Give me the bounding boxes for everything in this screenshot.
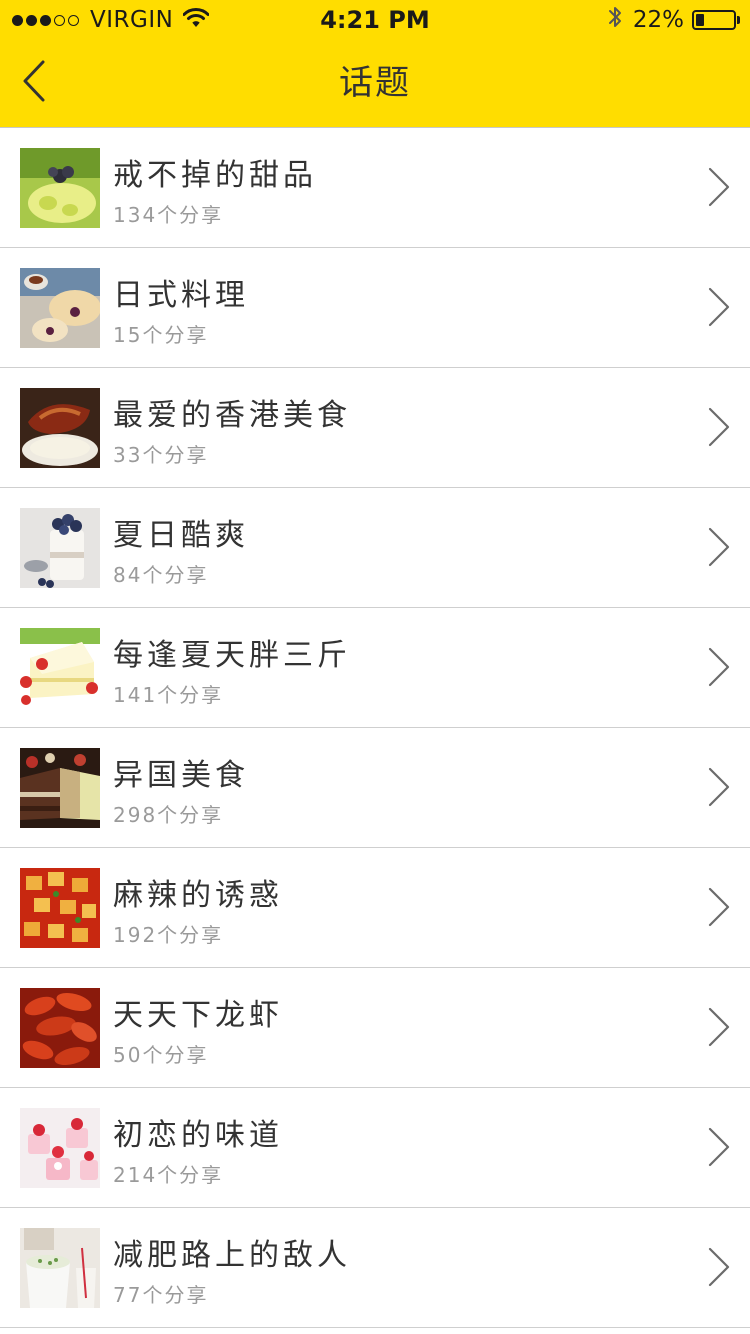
topic-share-count: 77个分享 (113, 1283, 209, 1307)
topic-share-count: 33个分享 (113, 443, 209, 467)
list-item[interactable]: 日式料理 15个分享 (0, 248, 750, 368)
navigation-bar: 话题 (0, 40, 750, 128)
chevron-right-icon (706, 646, 732, 688)
chevron-right-icon (706, 886, 732, 928)
chevron-right-icon (706, 406, 732, 448)
status-right: 22% (607, 6, 740, 34)
list-item[interactable]: 最爱的香港美食 33个分享 (0, 368, 750, 488)
list-item[interactable]: 异国美食 298个分享 (0, 728, 750, 848)
chevron-right-icon (706, 286, 732, 328)
topic-title: 天天下龙虾 (113, 998, 283, 1033)
topic-title: 麻辣的诱惑 (113, 878, 283, 913)
topic-share-count: 298个分享 (113, 803, 224, 827)
cake-image (20, 628, 100, 708)
topic-share-count: 214个分享 (113, 1163, 224, 1187)
hongkong-food-image (20, 388, 100, 468)
chevron-right-icon (706, 1126, 732, 1168)
foreign-cake-image (20, 748, 100, 828)
topic-title: 初恋的味道 (113, 1118, 283, 1153)
strawberry-cake-image (20, 1108, 100, 1188)
topic-title: 减肥路上的敌人 (113, 1238, 351, 1273)
chevron-right-icon (706, 1006, 732, 1048)
topic-title: 夏日酷爽 (113, 518, 249, 553)
list-item[interactable]: 夏日酷爽 84个分享 (0, 488, 750, 608)
topic-list: 戒不掉的甜品 134个分享 日式料理 15个分享 最爱的香港美食 33个分享 夏… (0, 128, 750, 1328)
list-item[interactable]: 减肥路上的敌人 77个分享 (0, 1208, 750, 1328)
battery-percent: 22% (632, 7, 684, 33)
dessert-image (20, 148, 100, 228)
battery-fill (696, 14, 704, 26)
topic-share-count: 50个分享 (113, 1043, 209, 1067)
summer-dessert-image (20, 508, 100, 588)
topic-title: 戒不掉的甜品 (113, 158, 317, 193)
snack-cup-image (20, 1228, 100, 1308)
topic-title: 日式料理 (113, 278, 249, 313)
japanese-food-image (20, 268, 100, 348)
chevron-right-icon (706, 1246, 732, 1288)
list-item[interactable]: 麻辣的诱惑 192个分享 (0, 848, 750, 968)
topic-share-count: 134个分享 (113, 203, 224, 227)
topic-share-count: 192个分享 (113, 923, 224, 947)
list-item[interactable]: 每逢夏天胖三斤 141个分享 (0, 608, 750, 728)
chevron-right-icon (706, 526, 732, 568)
crayfish-image (20, 988, 100, 1068)
list-item[interactable]: 天天下龙虾 50个分享 (0, 968, 750, 1088)
list-item[interactable]: 初恋的味道 214个分享 (0, 1088, 750, 1208)
topic-share-count: 15个分享 (113, 323, 209, 347)
bluetooth-icon (607, 4, 623, 36)
page-title: 话题 (339, 63, 411, 103)
battery-tip (737, 16, 740, 24)
topic-title: 异国美食 (113, 758, 249, 793)
spicy-tofu-image (20, 868, 100, 948)
chevron-right-icon (706, 166, 732, 208)
topic-share-count: 141个分享 (113, 683, 224, 707)
topic-title: 每逢夏天胖三斤 (113, 638, 351, 673)
chevron-right-icon (706, 766, 732, 808)
status-bar: VIRGIN 4:21 PM 22% (0, 0, 750, 40)
battery-icon (692, 10, 736, 30)
topic-title: 最爱的香港美食 (113, 398, 351, 433)
topic-share-count: 84个分享 (113, 563, 209, 587)
list-item[interactable]: 戒不掉的甜品 134个分享 (0, 128, 750, 248)
